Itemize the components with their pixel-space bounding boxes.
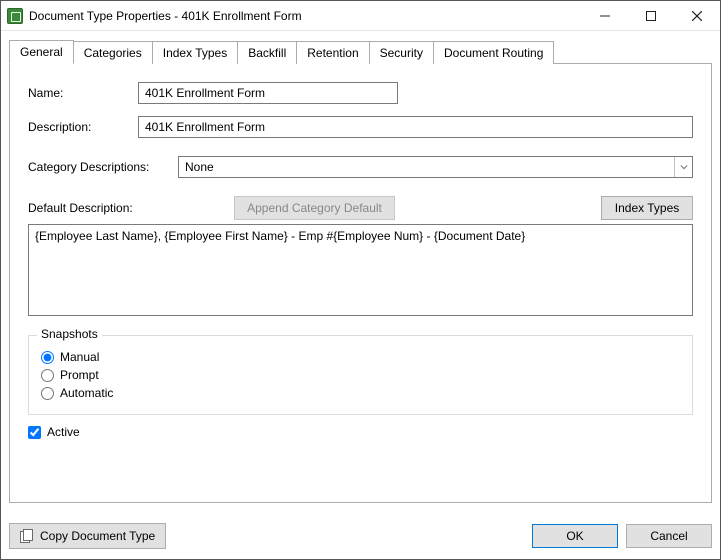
tab-security[interactable]: Security — [369, 41, 434, 64]
minimize-icon — [600, 11, 610, 21]
chevron-down-icon — [674, 157, 692, 177]
tab-general[interactable]: General — [9, 40, 74, 64]
snapshot-prompt-radio[interactable] — [41, 369, 54, 382]
name-label: Name: — [28, 86, 138, 100]
active-row[interactable]: Active — [28, 425, 693, 439]
default-desc-label: Default Description: — [28, 201, 234, 215]
app-icon — [7, 8, 23, 24]
snapshot-manual-label: Manual — [60, 350, 99, 364]
copy-document-type-button[interactable]: Copy Document Type — [9, 523, 166, 549]
description-input[interactable] — [138, 116, 693, 138]
copy-document-type-label: Copy Document Type — [40, 529, 155, 543]
tab-strip: General Categories Index Types Backfill … — [9, 39, 712, 63]
tab-retention[interactable]: Retention — [296, 41, 369, 64]
active-label: Active — [47, 425, 80, 439]
snapshot-manual[interactable]: Manual — [41, 350, 680, 364]
titlebar: Document Type Properties - 401K Enrollme… — [1, 1, 720, 31]
snapshot-prompt[interactable]: Prompt — [41, 368, 680, 382]
snapshot-prompt-label: Prompt — [60, 368, 99, 382]
index-types-button[interactable]: Index Types — [601, 196, 693, 220]
row-default-desc-header: Default Description: Append Category Def… — [28, 196, 693, 220]
window-title: Document Type Properties - 401K Enrollme… — [29, 9, 582, 23]
cancel-button[interactable]: Cancel — [626, 524, 712, 548]
category-desc-label: Category Descriptions: — [28, 160, 178, 174]
tab-document-routing[interactable]: Document Routing — [433, 41, 554, 64]
category-desc-value: None — [179, 160, 674, 174]
tab-categories[interactable]: Categories — [73, 41, 153, 64]
tab-backfill[interactable]: Backfill — [237, 41, 297, 64]
tab-index-types[interactable]: Index Types — [152, 41, 239, 64]
snapshots-legend: Snapshots — [37, 327, 102, 341]
row-category-desc: Category Descriptions: None — [28, 156, 693, 178]
snapshot-automatic-radio[interactable] — [41, 387, 54, 400]
close-button[interactable] — [674, 1, 720, 30]
description-label: Description: — [28, 120, 138, 134]
copy-icon — [20, 529, 34, 543]
snapshot-automatic-label: Automatic — [60, 386, 113, 400]
maximize-button[interactable] — [628, 1, 674, 30]
snapshots-group: Snapshots Manual Prompt Automatic — [28, 335, 693, 415]
snapshot-automatic[interactable]: Automatic — [41, 386, 680, 400]
tab-panel-general: Name: Description: Category Descriptions… — [9, 63, 712, 503]
minimize-button[interactable] — [582, 1, 628, 30]
window-controls — [582, 1, 720, 30]
row-name: Name: — [28, 82, 693, 104]
bottom-bar: Copy Document Type OK Cancel — [9, 523, 712, 549]
active-checkbox[interactable] — [28, 426, 41, 439]
category-desc-select[interactable]: None — [178, 156, 693, 178]
close-icon — [692, 11, 702, 21]
maximize-icon — [646, 11, 656, 21]
default-desc-textarea[interactable] — [28, 224, 693, 316]
snapshot-manual-radio[interactable] — [41, 351, 54, 364]
content: General Categories Index Types Backfill … — [9, 39, 712, 503]
ok-button[interactable]: OK — [532, 524, 618, 548]
append-category-default-button[interactable]: Append Category Default — [234, 196, 395, 220]
name-input[interactable] — [138, 82, 398, 104]
row-description: Description: — [28, 116, 693, 138]
